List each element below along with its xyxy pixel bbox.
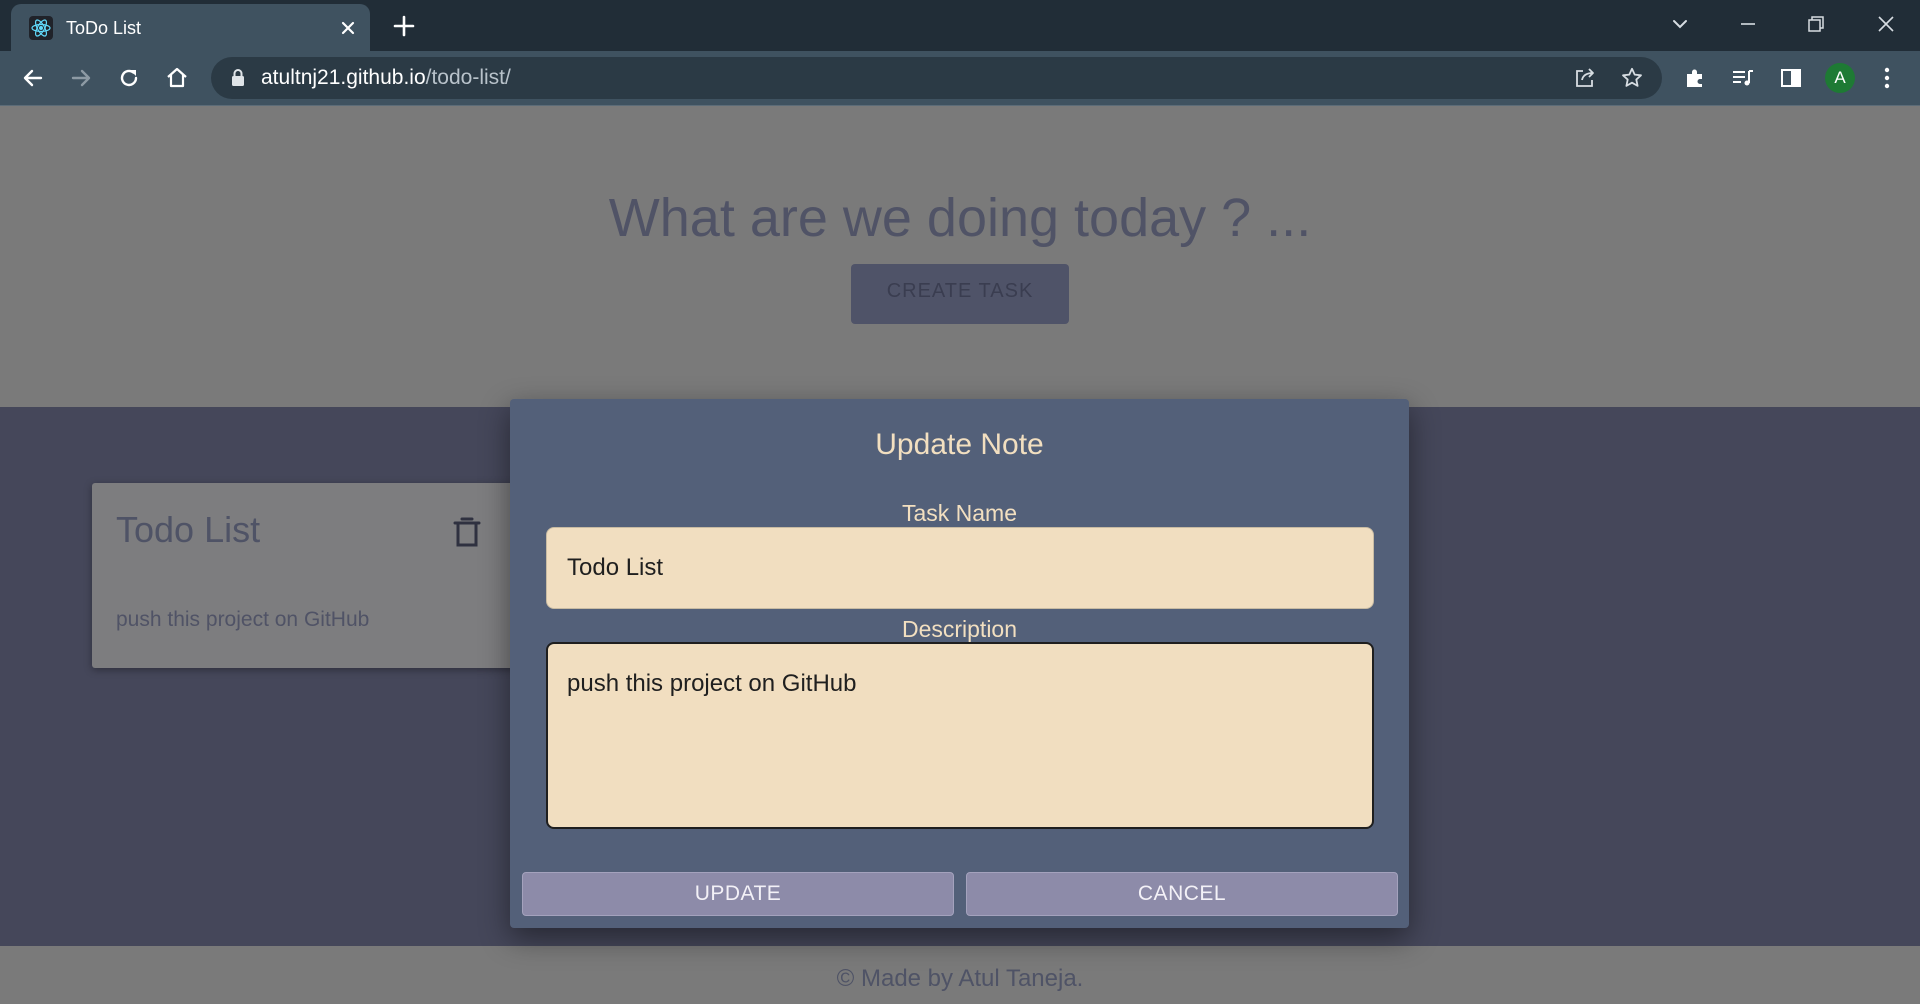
url-text: atultnj21.github.io/todo-list/ bbox=[261, 66, 511, 90]
url-path: /todo-list/ bbox=[425, 66, 511, 89]
plus-icon[interactable] bbox=[392, 14, 416, 38]
browser-toolbar: atultnj21.github.io/todo-list/ A bbox=[0, 51, 1920, 106]
modal-title: Update Note bbox=[875, 428, 1044, 461]
close-icon[interactable] bbox=[337, 17, 359, 39]
more-icon[interactable] bbox=[1874, 65, 1900, 91]
browser-tab-strip: ToDo List bbox=[0, 0, 1920, 51]
trash-icon[interactable] bbox=[452, 515, 482, 549]
share-icon[interactable] bbox=[1573, 66, 1597, 90]
url-host: atultnj21.github.io bbox=[261, 66, 426, 89]
hero-section: What are we doing today ? ... CREATE TAS… bbox=[0, 106, 1920, 407]
back-icon[interactable] bbox=[20, 65, 46, 91]
lock-icon[interactable] bbox=[229, 68, 247, 88]
window-close-icon[interactable] bbox=[1872, 10, 1900, 38]
avatar[interactable]: A bbox=[1825, 63, 1855, 93]
page: What are we doing today ? ... CREATE TAS… bbox=[0, 106, 1920, 1004]
footer: © Made by Atul Taneja. bbox=[0, 946, 1920, 1004]
task-name-input[interactable]: Todo List bbox=[546, 527, 1374, 609]
forward-icon[interactable] bbox=[68, 65, 94, 91]
home-icon[interactable] bbox=[164, 65, 190, 91]
extensions-icon[interactable] bbox=[1682, 65, 1708, 91]
minimize-icon[interactable] bbox=[1734, 10, 1762, 38]
reload-icon[interactable] bbox=[116, 65, 142, 91]
restore-icon[interactable] bbox=[1802, 10, 1830, 38]
description-textarea[interactable]: push this project on GitHub bbox=[546, 642, 1374, 829]
create-task-button[interactable]: CREATE TASK bbox=[851, 264, 1069, 324]
update-button[interactable]: UPDATE bbox=[522, 872, 954, 916]
address-bar[interactable]: atultnj21.github.io/todo-list/ bbox=[211, 57, 1662, 99]
media-icon[interactable] bbox=[1730, 65, 1756, 91]
task-name-label: Task Name bbox=[901, 500, 1018, 526]
footer-text: © Made by Atul Taneja. bbox=[836, 965, 1084, 992]
task-card[interactable]: Todo List push this project on GitHub bbox=[92, 483, 522, 668]
task-card-title: Todo List bbox=[116, 509, 261, 550]
side-panel-icon[interactable] bbox=[1778, 65, 1804, 91]
react-favicon-icon bbox=[29, 16, 53, 40]
chevron-down-icon[interactable] bbox=[1666, 10, 1694, 38]
description-label: Description bbox=[901, 616, 1018, 642]
tab-title: ToDo List bbox=[66, 18, 142, 38]
browser-tab[interactable]: ToDo List bbox=[11, 4, 370, 51]
task-card-description: push this project on GitHub bbox=[116, 608, 370, 631]
page-title: What are we doing today ? ... bbox=[608, 188, 1312, 248]
star-icon[interactable] bbox=[1620, 66, 1644, 90]
update-note-modal: Update Note Task Name Todo List Descript… bbox=[510, 399, 1409, 928]
cancel-button[interactable]: CANCEL bbox=[966, 872, 1398, 916]
